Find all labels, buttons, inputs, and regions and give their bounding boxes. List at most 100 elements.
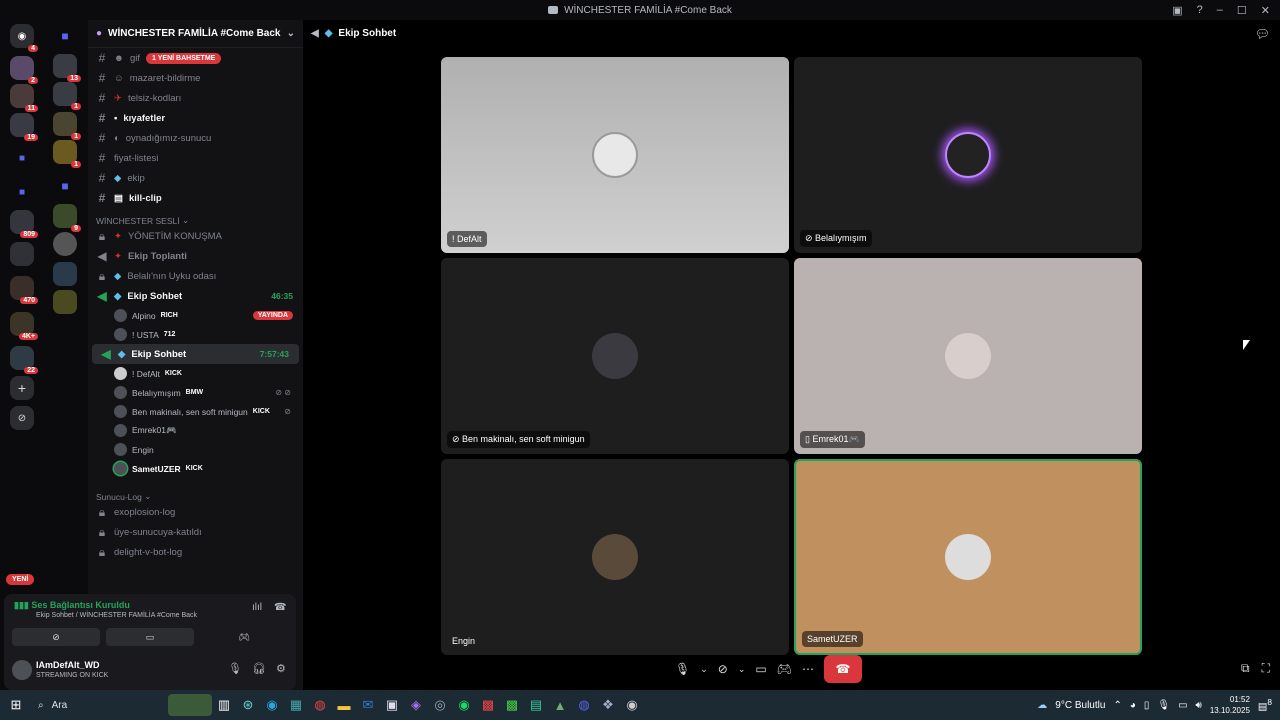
widget-icon[interactable] xyxy=(168,694,212,716)
channel-kiyafetler[interactable]: # ▪ kıyafetler xyxy=(88,108,303,128)
clock[interactable]: 01:52 13.10.2025 xyxy=(1210,694,1250,716)
tray-icon[interactable]: ▯ xyxy=(1144,700,1150,711)
server-icon[interactable] xyxy=(10,242,34,266)
app-icon[interactable]: ◉ xyxy=(620,694,644,716)
folder-icon[interactable]: ■ xyxy=(10,146,34,170)
popout-icon[interactable]: ⧉ xyxy=(1241,661,1250,676)
network-icon[interactable]: ▭ xyxy=(1178,700,1187,711)
microphone-icon[interactable]: 🎙︎ xyxy=(1157,700,1170,711)
voice-user[interactable]: SametUZER KICK xyxy=(88,459,303,478)
taskbar-search[interactable]: ⌕ Ara xyxy=(28,700,168,711)
minimize-button[interactable]: – xyxy=(1217,4,1223,16)
camera-off-icon[interactable]: ⊘ xyxy=(718,662,728,676)
edge-icon[interactable]: ◉ xyxy=(260,694,284,716)
voice-user[interactable]: Engin xyxy=(88,440,303,459)
app-icon[interactable]: ▦ xyxy=(284,694,308,716)
server-icon[interactable]: 2 xyxy=(10,56,38,84)
weather-text[interactable]: 9°C Bulutlu xyxy=(1055,700,1105,711)
voice-location[interactable]: Ekip Sohbet / WİNCHESTER FAMİLİA #Come B… xyxy=(36,612,197,619)
minecraft-icon[interactable]: ▩ xyxy=(500,694,524,716)
add-server-icon[interactable]: + xyxy=(10,376,34,400)
server-icon[interactable]: 19 xyxy=(10,113,38,141)
folder-icon[interactable]: ■ xyxy=(10,180,34,204)
participant-tile[interactable]: Engin xyxy=(441,459,789,655)
chevron-down-icon[interactable]: ⌄ xyxy=(700,664,708,675)
server-icon[interactable]: 809 xyxy=(10,210,38,238)
voice-user[interactable]: ! USTA 712 xyxy=(88,325,303,344)
folder-icon[interactable]: ■ xyxy=(53,24,77,48)
activity-button[interactable]: 🎮︎ xyxy=(200,628,288,646)
chevron-down-icon[interactable]: ⌄ xyxy=(738,664,746,675)
server-icon[interactable]: 22 xyxy=(10,346,38,374)
app-icon[interactable]: ▲ xyxy=(548,694,572,716)
maximize-button[interactable]: ☐ xyxy=(1237,4,1247,17)
channel-oynadigimiz[interactable]: # ◐ oynadığımız-sunucu xyxy=(88,128,303,148)
voice-user[interactable]: Emrek01🎮 xyxy=(88,421,303,440)
username[interactable]: IAmDefAlt_WD xyxy=(36,660,100,670)
channel-gif[interactable]: # ☻ gif 1 YENİ BAHSETME xyxy=(88,48,303,68)
activity-icon[interactable]: 🎮︎ xyxy=(777,662,792,676)
app-icon[interactable]: ❖ xyxy=(596,694,620,716)
server-icon[interactable]: 4K+ xyxy=(10,312,38,340)
discord-icon[interactable]: ◍ xyxy=(572,694,596,716)
steam-icon[interactable]: ◎ xyxy=(428,694,452,716)
participant-tile-speaking[interactable]: SametUZER xyxy=(794,459,1142,655)
participant-tile[interactable]: ! DefAlt xyxy=(441,57,789,253)
fullscreen-icon[interactable]: ⛶ xyxy=(1262,661,1270,676)
disconnect-icon[interactable]: ☎ xyxy=(274,602,286,613)
app-icon[interactable]: ⊛ xyxy=(236,694,260,716)
chrome-icon[interactable]: ◍ xyxy=(308,694,332,716)
category-voice[interactable]: WİNCHESTER SESLİ ⌄ xyxy=(88,208,303,226)
notification-icon[interactable]: ▤8 xyxy=(1258,697,1272,712)
noise-suppression-icon[interactable]: ılıl xyxy=(252,602,262,613)
weather-icon[interactable]: ☁ xyxy=(1037,700,1047,711)
headphones-icon[interactable]: 🎧︎ xyxy=(252,662,266,675)
spotify-icon[interactable]: ◉ xyxy=(452,694,476,716)
folder-icon[interactable]: ■ xyxy=(53,174,77,198)
camera-button[interactable]: ⊘ xyxy=(12,628,100,646)
channel-kill-clip[interactable]: # ▤ kill-clip xyxy=(88,188,303,208)
channel-ekip[interactable]: # ◆ ekip xyxy=(88,168,303,188)
voice-channel-yonetim[interactable]: 🔒︎ ✦ YÖNETİM KONUŞMA xyxy=(88,226,303,246)
channel-fiyat[interactable]: # fiyat-listesi xyxy=(88,148,303,168)
microphone-icon[interactable]: 🎙︎ xyxy=(228,662,242,675)
user-avatar[interactable] xyxy=(12,660,32,680)
participant-tile[interactable]: ▯ Emrek01🎮 xyxy=(794,258,1142,454)
inbox-icon[interactable]: ▣ xyxy=(1172,4,1182,17)
voice-user[interactable]: Ben makinalı, sen soft minigun KICK ⊘ xyxy=(88,402,303,421)
voice-user[interactable]: Alpino RICH YAYINDA xyxy=(88,306,303,325)
hangup-button[interactable]: ☎ xyxy=(823,655,862,683)
participant-tile[interactable]: ⊘ Belalıymışım xyxy=(794,57,1142,253)
chat-icon[interactable]: 💬︎ xyxy=(1255,27,1270,41)
task-view-icon[interactable]: ▥ xyxy=(212,694,236,716)
voice-channel-ekip-toplanti[interactable]: ◀ ✦ Ekip Toplanti xyxy=(88,246,303,266)
discover-icon[interactable]: ⊘ xyxy=(10,406,34,430)
start-button[interactable]: ⊞ xyxy=(4,694,28,716)
server-icon[interactable] xyxy=(53,232,77,256)
channel-delight-log[interactable]: 🔒︎ delight-v-bot-log xyxy=(88,542,303,562)
outlook-icon[interactable]: ✉ xyxy=(356,694,380,716)
category-log[interactable]: Sunucu-Log ⌄ xyxy=(88,484,303,502)
voice-user[interactable]: Belalıymışım BMW ⊘ ⊘ xyxy=(88,383,303,402)
server-icon[interactable]: 1 xyxy=(53,112,81,140)
volume-icon[interactable]: 🔊︎ xyxy=(1196,700,1202,711)
server-icon[interactable] xyxy=(53,290,77,314)
voice-channel-ekip-sohbet-active[interactable]: ◀ ◆ Ekip Sohbet 7:57:43 xyxy=(92,344,299,364)
app-icon[interactable]: ▤ xyxy=(524,694,548,716)
help-icon[interactable]: ? xyxy=(1197,4,1203,16)
voice-channel-uyku[interactable]: 🔒︎ ◆ Belalı'nın Uyku odası xyxy=(88,266,303,286)
voice-user[interactable]: ! DefAlt KICK xyxy=(88,364,303,383)
server-icon[interactable]: 13 xyxy=(53,54,81,82)
home-icon[interactable]: ◉ 4 xyxy=(10,24,38,52)
server-icon[interactable]: 11 xyxy=(10,84,38,112)
close-button[interactable]: ✕ xyxy=(1261,4,1270,17)
server-icon[interactable]: 470 xyxy=(10,276,38,304)
settings-gear-icon[interactable]: ⚙ xyxy=(276,662,286,675)
more-icon[interactable]: ⋯ xyxy=(802,662,814,676)
channel-telsiz[interactable]: # ✈ telsiz-kodları xyxy=(88,88,303,108)
file-explorer-icon[interactable]: ▬ xyxy=(332,694,356,716)
participant-tile[interactable]: ⊘ Ben makinalı, sen soft minigun xyxy=(441,258,789,454)
screen-share-icon[interactable]: ▭ xyxy=(755,662,766,676)
server-header[interactable]: ● WİNCHESTER FAMİLİA #Come Back ⌄ xyxy=(88,20,303,48)
chevron-up-icon[interactable]: ⌃ xyxy=(1113,700,1121,711)
